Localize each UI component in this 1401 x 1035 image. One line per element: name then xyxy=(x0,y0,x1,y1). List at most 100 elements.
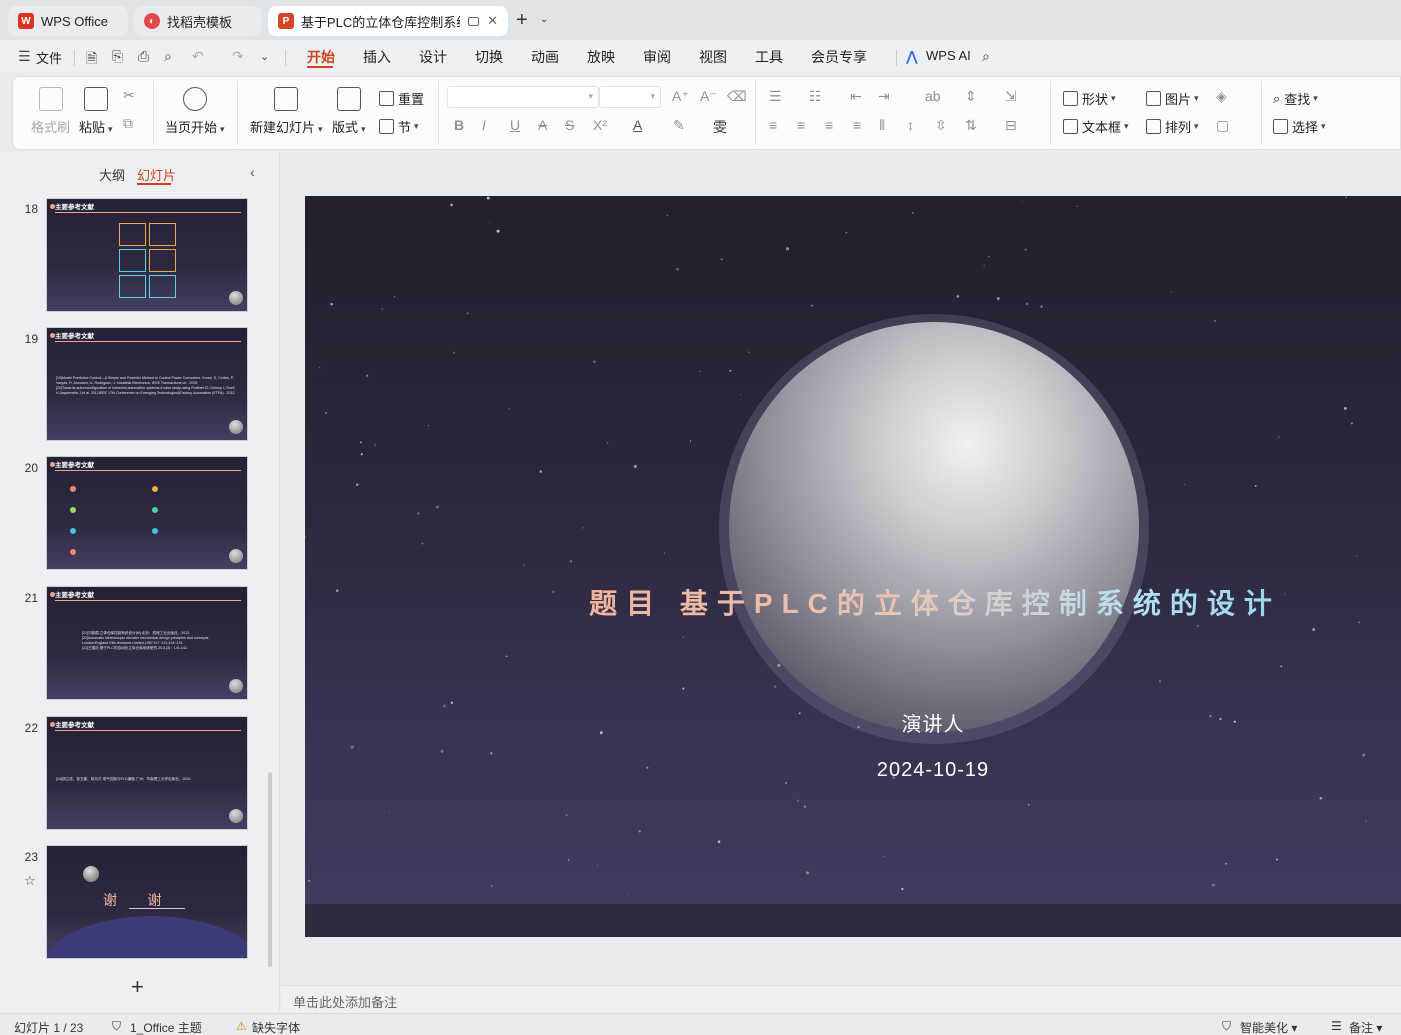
distribute-icon[interactable]: ⦀ xyxy=(879,117,885,134)
play-from-current-button[interactable]: 当页开始 ▾ xyxy=(165,87,225,136)
slide-title[interactable]: 题目 基于PLC的立体仓库控制系统的设计 xyxy=(555,582,1315,622)
star xyxy=(1211,883,1215,887)
slide-thumbnail-21[interactable]: 主要参考文献 [21]刘新国.立体仓库控制系统设计[M].北京：机械工业出版社，… xyxy=(46,586,248,700)
layout-button[interactable]: 版式 ▾ xyxy=(332,87,366,136)
tab-document[interactable]: P 基于PLC的立体仓库控制系统的 ✕ xyxy=(268,6,508,36)
phonetic-icon[interactable]: 雯 xyxy=(713,117,727,137)
menu-review[interactable]: 审阅 xyxy=(643,47,671,67)
underline-icon[interactable]: U xyxy=(510,117,520,133)
menu-tools[interactable]: 工具 xyxy=(755,47,783,67)
star-icon[interactable]: ☆ xyxy=(24,873,36,889)
superscript-icon[interactable]: X² xyxy=(593,117,607,133)
print-preview-icon[interactable]: ⌕ xyxy=(164,48,172,65)
text-box-align-icon[interactable]: ⊟ xyxy=(1005,117,1017,134)
increase-font-icon[interactable]: A⁺ xyxy=(672,88,689,105)
decrease-indent-icon[interactable]: ⇤ xyxy=(850,88,862,105)
numbered-list-icon[interactable]: ☷ xyxy=(809,88,822,105)
menu-slideshow[interactable]: 放映 xyxy=(587,47,615,67)
menu-home[interactable]: 开始 xyxy=(307,47,335,67)
text-direction-icon[interactable]: ab xyxy=(925,88,941,104)
cut-icon[interactable]: ✂ xyxy=(123,87,135,104)
paste-button[interactable]: 粘贴 ▾ xyxy=(79,87,113,136)
vertical-align-icon[interactable]: ⇅ xyxy=(965,117,977,134)
slide-presenter[interactable]: 演讲人 xyxy=(833,708,1033,737)
theme-name[interactable]: 1_Office 主题 xyxy=(130,1019,202,1035)
slide-thumbnail-23[interactable]: 谢 谢 xyxy=(46,845,248,959)
clear-format-icon[interactable]: ⌫ xyxy=(727,88,747,105)
chevron-down-icon[interactable]: ⌄ xyxy=(260,50,269,63)
paragraph-spacing-icon[interactable]: ↕ xyxy=(907,117,914,133)
menu-insert[interactable]: 插入 xyxy=(363,47,391,67)
copy-icon[interactable]: ⧉ xyxy=(123,115,133,132)
chevron-down-icon[interactable]: ⌄ xyxy=(540,14,548,25)
shape-button[interactable]: 形状 ▾ xyxy=(1063,89,1116,108)
convert-icon[interactable]: ⇲ xyxy=(1005,88,1017,105)
textbox-button[interactable]: 文本框 ▾ xyxy=(1063,117,1129,136)
wps-ai-icon[interactable]: ⋀ xyxy=(906,48,918,65)
increase-indent-icon[interactable]: ⇥ xyxy=(878,88,890,105)
save-icon[interactable]: 🗎 xyxy=(86,48,97,72)
slide-date[interactable]: 2024-10-19 xyxy=(783,759,1083,782)
slide-thumbnail-18[interactable]: 主要参考文献 xyxy=(46,198,248,312)
add-slide-icon[interactable]: + xyxy=(131,974,144,1000)
tab-slides[interactable]: 幻灯片 xyxy=(137,165,176,184)
font-size-select[interactable]: ▾ xyxy=(599,86,661,108)
menu-file[interactable]: 文件 xyxy=(36,48,62,67)
smart-beautify-button[interactable]: 智能美化 ▾ xyxy=(1240,1019,1297,1035)
panel-scrollbar[interactable] xyxy=(268,772,272,967)
align-left-icon[interactable]: ≡ xyxy=(769,117,777,133)
format-painter-button[interactable]: 格式刷 xyxy=(31,87,70,136)
font-family-select[interactable]: ▾ xyxy=(447,86,599,108)
menu-design[interactable]: 设计 xyxy=(419,47,447,67)
bullet-list-icon[interactable]: ☰ xyxy=(769,88,782,105)
notes-button[interactable]: 备注 ▾ xyxy=(1349,1019,1382,1035)
tab-outline[interactable]: 大纲 xyxy=(99,165,125,184)
undo-icon[interactable]: ↶ xyxy=(192,48,204,65)
strikethrough-icon[interactable]: A xyxy=(538,117,547,133)
notes-pane[interactable]: 单击此处添加备注 xyxy=(281,985,1401,1013)
select-button[interactable]: 选择 ▾ xyxy=(1273,117,1326,136)
slide-thumbnail-20[interactable]: 主要参考文献 xyxy=(46,456,248,570)
menu-member[interactable]: 会员专享 xyxy=(811,47,867,67)
current-slide[interactable]: 题目 基于PLC的立体仓库控制系统的设计 演讲人 2024-10-19 xyxy=(305,196,1401,937)
slide-thumbnail-19[interactable]: 主要参考文献 [19]Model Predictive Control—A Si… xyxy=(46,327,248,441)
redo-icon[interactable]: ↷ xyxy=(232,48,244,65)
missing-font-button[interactable]: 缺失字体 xyxy=(252,1019,300,1035)
picture-button[interactable]: 图片 ▾ xyxy=(1146,89,1199,108)
italic-icon[interactable]: I xyxy=(482,117,486,133)
picture-icon xyxy=(1146,91,1161,106)
monitor-icon[interactable] xyxy=(468,16,480,26)
picture-label: 图片 xyxy=(1165,92,1192,107)
justify-icon[interactable]: ≡ xyxy=(853,117,861,133)
highlight-icon[interactable]: ✎ xyxy=(673,117,685,134)
column-icon[interactable]: ⇳ xyxy=(935,117,947,134)
decrease-font-icon[interactable]: A⁻ xyxy=(700,88,717,105)
search-icon[interactable]: ⌕ xyxy=(982,48,990,65)
export-icon[interactable]: ⎘ xyxy=(112,48,123,65)
outline-icon[interactable]: ▢ xyxy=(1216,117,1229,134)
shadow-icon[interactable]: S xyxy=(565,117,574,133)
new-tab-icon[interactable]: + xyxy=(516,10,528,30)
align-right-icon[interactable]: ≡ xyxy=(825,117,833,133)
close-icon[interactable]: ✕ xyxy=(487,13,498,29)
align-center-icon[interactable]: ≡ xyxy=(797,117,805,133)
new-slide-button[interactable]: 新建幻灯片 ▾ xyxy=(250,87,323,136)
find-button[interactable]: ⌕ 查找 ▾ xyxy=(1273,89,1318,108)
slide-thumbnail-22[interactable]: 主要参考文献 [24]胡立成、徐玉春、徐月才.电气控制与PLC编程.广州：华南理… xyxy=(46,716,248,830)
menu-view[interactable]: 视图 xyxy=(699,47,727,67)
tab-docer[interactable]: ◐ 找稻壳模板 xyxy=(134,6,262,36)
font-color-icon[interactable]: A xyxy=(633,117,642,133)
tab-wps-office[interactable]: W WPS Office xyxy=(8,6,128,36)
menu-transitions[interactable]: 切换 xyxy=(475,47,503,67)
bold-icon[interactable]: B xyxy=(454,117,464,133)
menu-wps-ai[interactable]: WPS AI xyxy=(926,48,971,63)
line-spacing-icon[interactable]: ⇕ xyxy=(965,88,977,105)
arrange-button[interactable]: 排列 ▾ xyxy=(1146,117,1199,136)
reset-button[interactable]: 重置 xyxy=(379,89,424,108)
print-icon[interactable]: ⎙ xyxy=(138,48,149,65)
collapse-panel-icon[interactable]: ‹ xyxy=(250,164,255,180)
fill-icon[interactable]: ◈ xyxy=(1216,88,1227,105)
section-button[interactable]: 节 ▾ xyxy=(379,117,419,136)
hamburger-icon[interactable]: ☰ xyxy=(18,48,31,65)
menu-animations[interactable]: 动画 xyxy=(531,47,559,67)
